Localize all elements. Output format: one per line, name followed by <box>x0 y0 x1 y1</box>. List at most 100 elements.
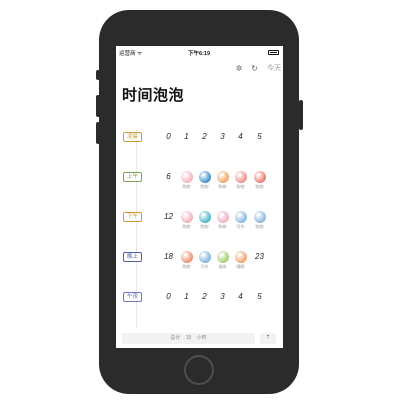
hour-cell[interactable]: 购物 <box>215 170 230 196</box>
total-value: 15 <box>185 335 192 341</box>
hour-bubble[interactable] <box>234 171 247 183</box>
activity-tag: 锻炼 <box>218 264 227 269</box>
activity-tag: 写作 <box>236 224 245 229</box>
hour-bubble[interactable] <box>180 171 193 183</box>
hour-cell[interactable]: 4 <box>233 290 248 316</box>
activity-tag: 购物 <box>255 184 264 189</box>
carrier-label: 运营商 ᯤ <box>119 51 143 57</box>
hour-cell[interactable]: 购物 <box>197 170 212 196</box>
activity-tag: 睡眠 <box>236 264 245 269</box>
hour-cell[interactable]: 写作 <box>197 250 212 276</box>
toolbar: ✲ ↻ 今天 <box>227 63 281 73</box>
hour-cell[interactable]: 5 <box>252 290 267 316</box>
activity-tag: 购物 <box>200 224 209 229</box>
activity-tag: 购物 <box>218 224 227 229</box>
app-screen: 运营商 ᯤ 下午6:19 ✲ ↻ 今天 时间泡泡 凌晨 0 1 2 3 4 5 上午 6 购物 购物… <box>116 46 283 348</box>
activity-tag: 购物 <box>182 264 191 269</box>
activity-tag: 购物 <box>182 184 191 189</box>
hour-number: 0 <box>166 292 171 301</box>
hour-bubble[interactable] <box>198 251 211 263</box>
share-icon[interactable]: ⇡ <box>260 333 276 344</box>
home-button[interactable] <box>184 355 214 385</box>
total-prefix: 总计 <box>170 335 181 341</box>
hour-cell[interactable]: 0 <box>161 130 176 156</box>
today-button[interactable]: 今天 <box>267 63 281 73</box>
hour-number: 3 <box>220 292 225 301</box>
period-label: 晚上 <box>123 252 142 262</box>
hour-cell[interactable]: 3 <box>215 290 230 316</box>
page-title: 时间泡泡 <box>122 87 185 104</box>
hour-cell[interactable]: 购物 <box>179 170 194 196</box>
activity-tag: 购物 <box>182 224 191 229</box>
period-row: 上午 6 购物 购物 购物 购物 购物 <box>116 170 283 212</box>
period-label: 下午 <box>123 212 142 222</box>
hour-number: 4 <box>238 132 243 141</box>
hour-bubble[interactable] <box>216 251 229 263</box>
period-label: 上午 <box>123 172 142 182</box>
period-row: 午夜 0 1 2 3 4 5 <box>116 292 283 332</box>
hour-number: 0 <box>166 132 171 141</box>
hour-bubble[interactable] <box>180 251 193 263</box>
refresh-icon[interactable]: ↻ <box>251 64 258 73</box>
hour-cell[interactable]: 锻炼 <box>215 250 230 276</box>
hour-cell[interactable]: 0 <box>161 290 176 316</box>
hour-cell[interactable]: 购物 <box>252 170 267 196</box>
battery-icon <box>268 50 279 55</box>
hour-cell[interactable]: 6 <box>161 170 176 196</box>
settings-icon[interactable]: ✲ <box>236 64 243 73</box>
footer: 总计 15 小时 ⇡ <box>122 333 276 344</box>
hour-cell[interactable]: 1 <box>179 130 194 156</box>
hour-number: 18 <box>164 252 173 261</box>
hour-cell[interactable]: 购物 <box>233 170 248 196</box>
hour-cell[interactable]: 写作 <box>233 210 248 236</box>
period-label: 凌晨 <box>123 132 142 142</box>
activity-tag: 购物 <box>200 184 209 189</box>
hour-cell[interactable]: 4 <box>233 130 248 156</box>
hour-cell[interactable]: 23 <box>252 250 267 276</box>
hour-cell[interactable]: 18 <box>161 250 176 276</box>
hour-cell[interactable]: 12 <box>161 210 176 236</box>
hour-number: 5 <box>257 292 262 301</box>
hour-number: 5 <box>257 132 262 141</box>
hour-cell[interactable]: 3 <box>215 130 230 156</box>
hour-cell[interactable]: 购物 <box>179 250 194 276</box>
hour-bubble[interactable] <box>216 211 229 223</box>
hour-cell[interactable]: 2 <box>197 130 212 156</box>
total-hours-bar: 总计 15 小时 <box>122 333 255 344</box>
hour-bubble[interactable] <box>253 171 266 183</box>
hour-cell[interactable]: 1 <box>179 290 194 316</box>
hour-number: 2 <box>202 292 207 301</box>
hour-cell[interactable]: 购物 <box>215 210 230 236</box>
hour-number: 6 <box>166 172 171 181</box>
hour-bubble[interactable] <box>253 211 266 223</box>
activity-tag: 购物 <box>255 224 264 229</box>
hour-cell[interactable]: 2 <box>197 290 212 316</box>
hour-cell[interactable]: 5 <box>252 130 267 156</box>
hour-cell[interactable]: 购物 <box>179 210 194 236</box>
power-button <box>299 100 303 130</box>
hour-cell[interactable]: 购物 <box>252 210 267 236</box>
hour-bubble[interactable] <box>216 171 229 183</box>
hour-cell[interactable]: 购物 <box>197 210 212 236</box>
hour-bubble[interactable] <box>234 251 247 263</box>
clock: 下午6:19 <box>188 51 211 57</box>
hour-number: 4 <box>238 292 243 301</box>
hour-number: 23 <box>255 252 264 261</box>
hour-bubble[interactable] <box>234 211 247 223</box>
hour-number: 1 <box>184 292 189 301</box>
hour-number: 2 <box>202 132 207 141</box>
hour-cell[interactable]: 睡眠 <box>233 250 248 276</box>
period-row: 下午 12 购物 购物 购物 写作 购物 <box>116 210 283 252</box>
period-label: 午夜 <box>123 292 142 302</box>
activity-tag: 购物 <box>218 184 227 189</box>
hour-number: 12 <box>164 212 173 221</box>
status-bar: 运营商 ᯤ 下午6:19 <box>116 46 283 57</box>
activity-tag: 写作 <box>200 264 209 269</box>
total-unit: 小时 <box>196 335 207 341</box>
hour-bubble[interactable] <box>198 171 211 183</box>
hour-bubble[interactable] <box>198 211 211 223</box>
activity-tag: 购物 <box>236 184 245 189</box>
hour-number: 3 <box>220 132 225 141</box>
hour-bubble[interactable] <box>180 211 193 223</box>
period-row: 晚上 18 购物 写作 锻炼 睡眠 23 <box>116 250 283 292</box>
